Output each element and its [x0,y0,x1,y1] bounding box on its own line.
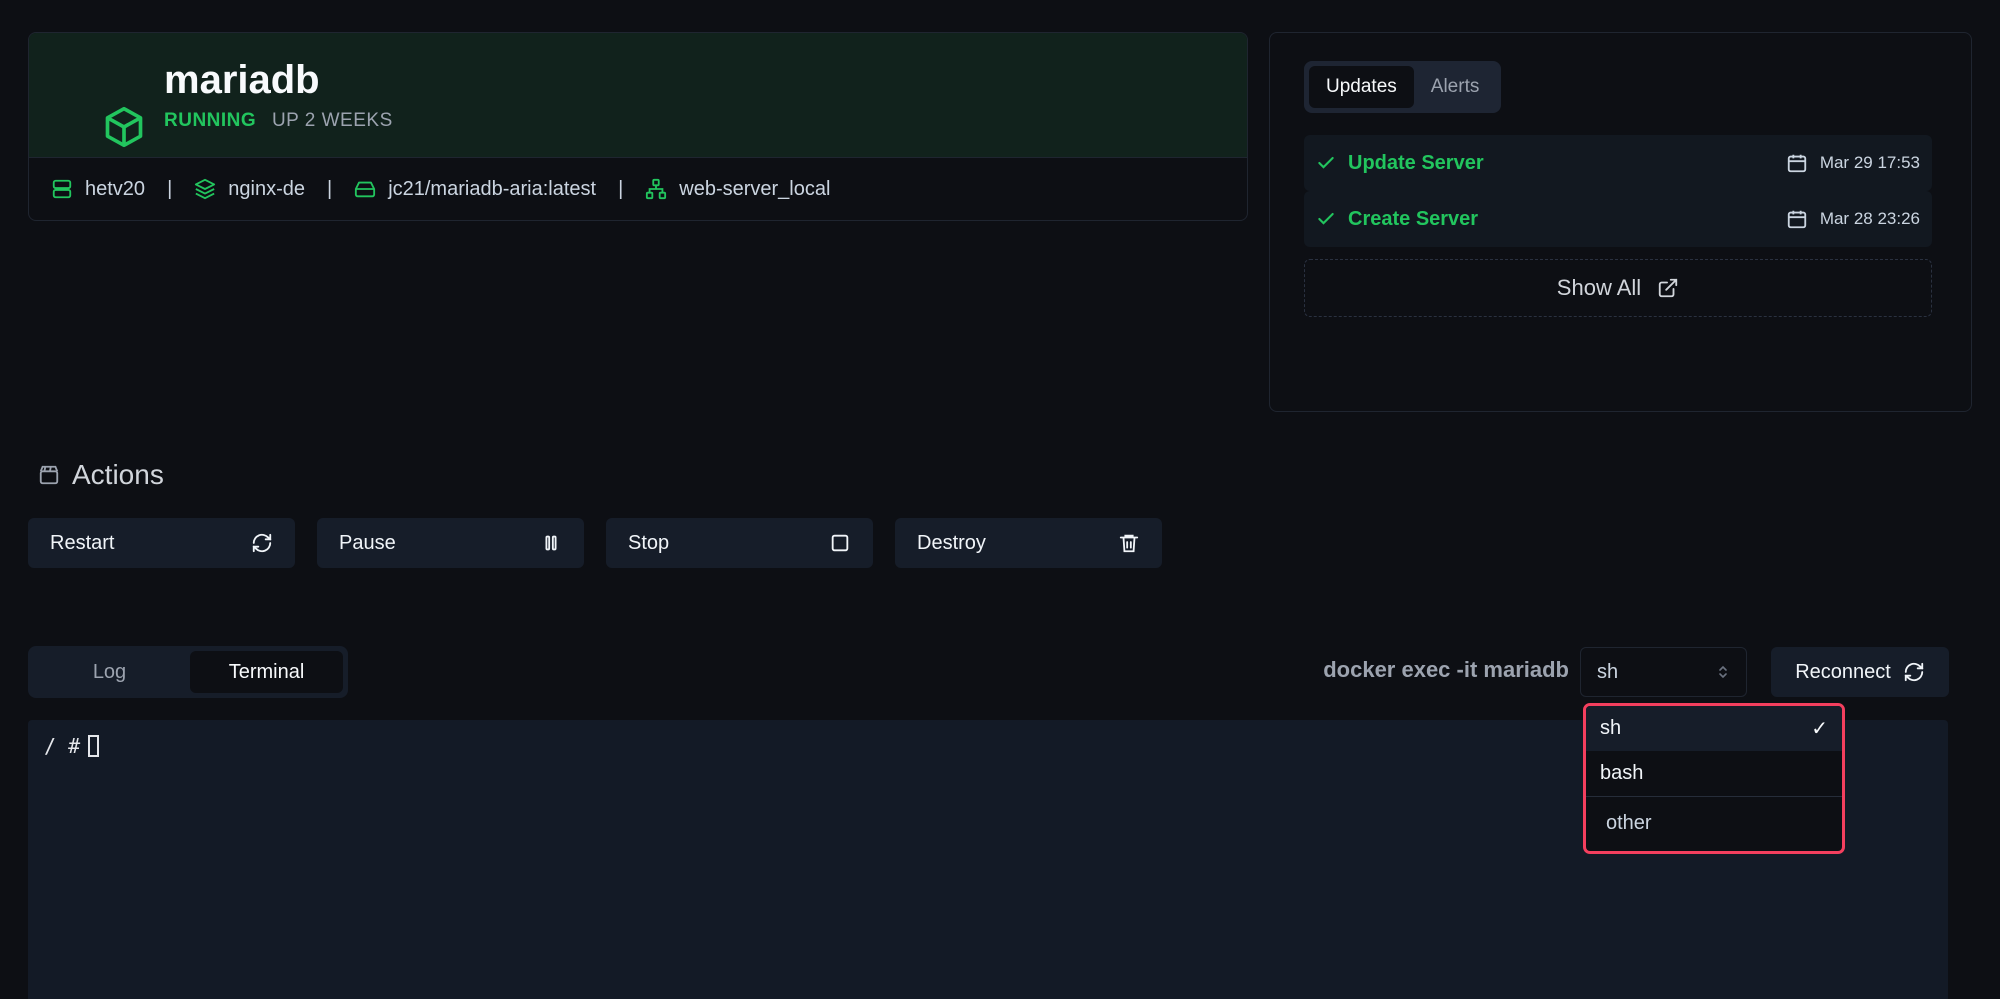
update-name: Create Server [1348,207,1479,230]
restart-button[interactable]: Restart [28,518,295,568]
trash-icon [1119,534,1139,553]
image-label: jc21/mariadb-aria:latest [388,177,597,200]
meta-separator: | [167,177,173,200]
shell-option-bash[interactable]: bash [1586,751,1842,796]
stack-link[interactable]: nginx-de [194,178,305,201]
network-icon [646,178,667,200]
container-name: mariadb [164,58,320,102]
container-header-card: mariadb RUNNING UP 2 WEEKS hetv20 | ngin… [28,32,1248,221]
actions-title: Actions [72,459,164,490]
layers-icon [195,178,216,200]
restart-label: Restart [50,531,115,554]
terminal-prompt: / # [44,734,100,758]
option-label: bash [1600,762,1644,784]
chevron-up-down-icon [1719,665,1727,679]
prompt-text: / # [44,734,81,758]
container-summary: mariadb RUNNING UP 2 WEEKS [29,33,1247,157]
shell-dropdown: sh ✓ bash other [1583,703,1845,854]
stop-icon [831,534,849,552]
reconnect-label: Reconnect [1795,660,1891,683]
terminal-cursor [88,735,100,757]
pause-button[interactable]: Pause [317,518,584,568]
hard-drive-icon [355,181,376,198]
reconnect-button[interactable]: Reconnect [1771,647,1949,697]
actions-heading: Actions [38,459,164,491]
meta-separator: | [618,177,624,200]
refresh-icon [252,533,272,553]
show-all-label: Show All [1556,275,1642,300]
container-status: RUNNING UP 2 WEEKS [164,110,393,132]
tab-updates[interactable]: Updates [1309,66,1414,108]
console-mode-tabs: Log Terminal [28,646,348,698]
check-icon [1318,212,1334,225]
shell-option-sh[interactable]: sh ✓ [1586,706,1842,751]
show-all-button[interactable]: Show All [1304,259,1932,317]
image-link[interactable]: jc21/mariadb-aria:latest [354,178,596,201]
shell-select[interactable]: sh [1580,647,1747,697]
update-name: Update Server [1348,151,1484,174]
shell-option-other[interactable]: other [1586,796,1842,850]
update-time: Mar 29 17:53 [1819,153,1920,172]
cube-icon [105,106,143,148]
pause-icon [545,535,557,551]
tab-log[interactable]: Log [33,651,186,693]
option-label: sh [1600,717,1622,739]
stop-button[interactable]: Stop [606,518,873,568]
clapperboard-icon [39,465,59,485]
container-meta: hetv20 | nginx-de | jc21/mariadb-aria:la… [29,157,1247,220]
pause-label: Pause [339,531,396,554]
tab-alerts[interactable]: Alerts [1414,66,1497,108]
checkmark-icon: ✓ [1811,718,1828,740]
stack-label: nginx-de [228,177,305,200]
server-link[interactable]: hetv20 [51,178,145,201]
server-icon [52,179,72,199]
calendar-icon [1787,210,1806,229]
network-link[interactable]: web-server_local [645,178,830,201]
stop-label: Stop [628,531,670,554]
option-label: other [1606,812,1652,834]
update-time: Mar 28 23:26 [1819,209,1920,228]
status-badge: RUNNING [164,110,257,131]
calendar-icon [1787,154,1806,173]
tab-terminal[interactable]: Terminal [190,651,343,693]
shell-select-value: sh [1597,660,1619,683]
meta-separator: | [326,177,333,200]
exec-command-label: docker exec -it mariadb [1323,657,1569,682]
refresh-icon [1904,662,1923,682]
update-row[interactable]: Update Server Mar 29 17:53 [1304,135,1932,191]
updates-tabs: Updates Alerts [1304,61,1502,113]
updates-card: Updates Alerts Update Server Mar 29 17:5… [1269,32,1972,412]
uptime-text: UP 2 WEEKS [271,110,393,131]
destroy-button[interactable]: Destroy [895,518,1162,568]
check-icon [1318,156,1334,169]
server-label: hetv20 [85,177,146,200]
destroy-label: Destroy [917,531,986,554]
external-link-icon [1659,278,1678,298]
update-row[interactable]: Create Server Mar 28 23:26 [1304,191,1932,247]
network-label: web-server_local [679,177,831,200]
